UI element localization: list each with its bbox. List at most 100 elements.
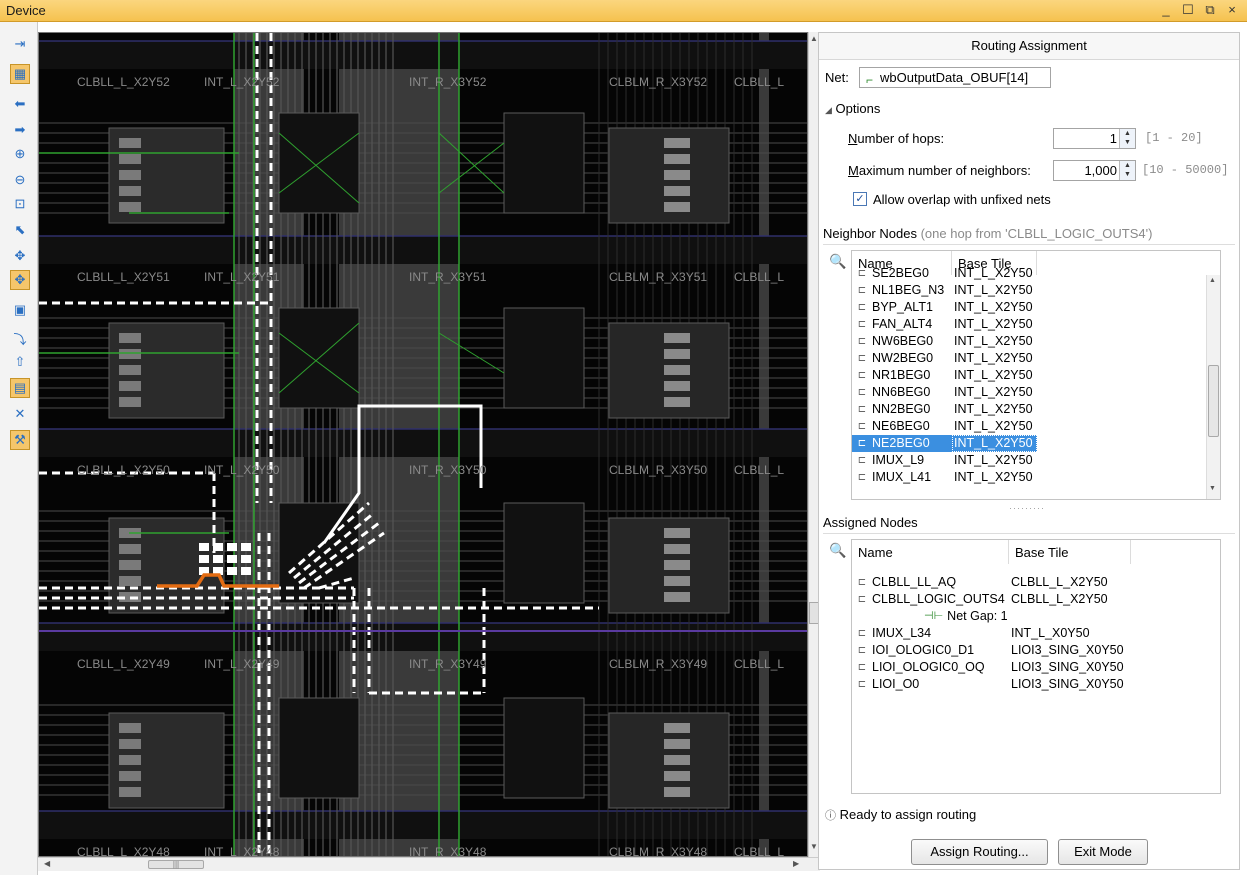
zoom-in-icon[interactable]: ⊕ [10,144,30,164]
allow-overlap-checkbox[interactable]: ✓ [853,192,867,206]
node-base-tile: INT_L_X2Y50 [954,470,1033,484]
minimize-icon[interactable]: _ [1159,2,1173,18]
tile-label: CLBLM_R_X3Y51 [609,270,708,284]
node-base-tile: CLBLL_L_X2Y50 [1011,592,1108,606]
assign-routing-button[interactable]: Assign Routing... [911,839,1048,865]
neighbor-node-row[interactable]: ⊏ NR1BEG0 INT_L_X2Y50 [852,367,1207,384]
info-icon: ⓘ [825,810,836,822]
assigned-node-row[interactable]: ⊏ IOI_OLOGIC0_D1 LIOI3_SING_X0Y50 [852,642,1207,659]
assigned-node-row[interactable]: ⊏ LIOI_O0 LIOI3_SING_X0Y50 [852,676,1207,693]
window-title-bar: Device _ ☐ ⧉ × [0,0,1247,22]
options-header[interactable]: ◢ Options [825,101,880,116]
window-title: Device [6,3,46,18]
neighbor-nodes-table: Name Base Tile ⊏ SE2BEG0 INT_L_X2Y50 ⊏ NL1BE… [851,250,1221,500]
device-canvas[interactable]: CLBLL_L_X2Y52 INT_L_X2Y52 INT_R_X3Y52 CLBLM… [38,32,808,857]
slice-bel [664,560,690,570]
column-header-base-tile[interactable]: Base Tile [1009,540,1131,564]
forward-icon[interactable]: ➡ [10,120,30,140]
neighbor-node-row[interactable]: ⊏ NN6BEG0 INT_L_X2Y50 [852,384,1207,401]
assigned-node-row[interactable]: ⊏ LIOI_OLOGIC0_OQ LIOI3_SING_X0Y50 [852,659,1207,676]
restore-icon[interactable]: ⧉ [1203,2,1217,18]
scroll-up-icon[interactable]: ▲ [810,34,818,43]
neighbor-node-row[interactable]: ⊏ SE2BEG0 INT_L_X2Y50 [852,265,1207,282]
scroll-down-icon[interactable]: ▼ [810,842,818,851]
node-name: NW2BEG0 [872,351,934,365]
window-controls: _ ☐ ⧉ × [1159,2,1239,18]
scroll-left-icon[interactable]: ◀ [44,859,50,868]
spinner-arrows-icon[interactable]: ▲ ▼ [1119,129,1135,148]
horizontal-scroll-thumb[interactable]: ||| [148,860,204,869]
slice-bel [119,154,141,164]
close-icon[interactable]: × [1225,2,1239,18]
slice-bel [119,723,141,733]
net-field[interactable]: ⌐ wbOutputData_OBUF[14] [859,67,1051,88]
neighbor-node-row[interactable]: ⊏ IMUX_L41 INT_L_X2Y50 [852,469,1207,486]
switchbox[interactable] [503,502,585,604]
assign-icon[interactable]: ⇧ [10,352,30,372]
route-net-icon[interactable]: ⤵ [10,328,30,348]
scroll-right-icon[interactable]: ▶ [793,859,799,868]
back-icon[interactable]: ⬅ [10,94,30,114]
device-horizontal-scrollbar[interactable]: ◀ ||| ▶ [38,857,820,871]
neighbor-node-row[interactable]: ⊏ NE6BEG0 INT_L_X2Y50 [852,418,1207,435]
assigned-node-row[interactable]: ⊏ CLBLL_LL_AQ CLBLL_L_X2Y50 [852,574,1207,591]
auto-fit-icon[interactable]: ⇥ [10,34,30,54]
net-gap-row[interactable]: ⊣⊢ Net Gap: 1 [852,608,1207,625]
spinner-arrows-icon[interactable]: ▲ ▼ [1119,161,1135,180]
scroll-down-icon[interactable]: ▼ [1209,485,1216,492]
device-view-icon[interactable]: ▦ [10,64,30,84]
slice-bel [664,202,690,212]
neighbor-table-scrollbar[interactable]: ▲ ▼ [1206,275,1220,499]
select-icon[interactable]: ⬉ [10,220,30,240]
route-pip [213,555,223,563]
status-text: Ready to assign routing [839,807,977,822]
neighbor-node-row[interactable]: ⊏ IMUX_L9 INT_L_X2Y50 [852,452,1207,469]
splitter-grip[interactable]: ········· [1009,503,1045,513]
assigned-node-row[interactable]: ⊏ IMUX_L34 INT_L_X0Y50 [852,625,1207,642]
node-base-tile: INT_L_X2Y50 [954,385,1033,399]
routing-icon[interactable]: ✥ [10,270,30,290]
node-name: IOI_OLOGIC0_D1 [872,643,975,657]
column-header-name[interactable]: Name [852,540,1009,564]
unroute-icon[interactable]: ✕ [10,404,30,424]
collapse-triangle-icon[interactable]: ◢ [825,105,832,115]
assigned-node-row[interactable]: ⊏ CLBLL_LOGIC_OUTS4 CLBLL_L_X2Y50 [852,591,1207,608]
search-icon[interactable]: 🔍 [829,542,846,559]
neighbor-node-row[interactable]: ⊏ NE2BEG0 INT_L_X2Y50 [852,435,1207,452]
zoom-fit-icon[interactable]: ⊡ [10,194,30,214]
neighbors-range: [10 - 50000] [1142,163,1229,177]
maximize-icon[interactable]: ☐ [1181,2,1195,18]
node-name: LIOI_O0 [872,677,920,691]
net-gap-text: Net Gap: 1 [947,609,1008,623]
neighbor-node-row[interactable]: ⊏ NL1BEG_N3 INT_L_X2Y50 [852,282,1207,299]
route-mode-icon[interactable]: ▤ [10,378,30,398]
neighbor-node-row[interactable]: ⊏ FAN_ALT4 INT_L_X2Y50 [852,316,1207,333]
neighbor-node-row[interactable]: ⊏ NN2BEG0 INT_L_X2Y50 [852,401,1207,418]
neighbor-node-row[interactable]: ⊏ NW6BEG0 INT_L_X2Y50 [852,333,1207,350]
scroll-up-icon[interactable]: ▲ [1209,277,1216,284]
tile-row-band [39,429,807,457]
neighbor-node-row[interactable]: ⊏ NW2BEG0 INT_L_X2Y50 [852,350,1207,367]
move-icon[interactable]: ✥ [10,246,30,266]
neighbor-scroll-thumb[interactable] [1208,365,1219,437]
place-icon[interactable]: ▣ [10,300,30,320]
node-base-tile: INT_L_X2Y50 [954,266,1033,280]
hops-spinner[interactable]: 1 ▲ ▼ [1053,128,1136,149]
switchbox[interactable] [503,307,585,409]
switchbox[interactable] [278,697,360,799]
assigned-table-header: Name Base Tile [852,540,1131,564]
search-icon[interactable]: 🔍 [829,253,846,270]
tile-label: INT_L_X2Y52 [204,75,280,89]
tile-label: INT_R_X3Y51 [409,270,487,284]
neighbors-spinner[interactable]: 1,000 ▲ ▼ [1053,160,1136,181]
switchbox[interactable] [503,112,585,214]
node-icon: ⊏ [852,435,872,452]
zoom-out-icon[interactable]: ⊖ [10,170,30,190]
neighbor-node-row[interactable]: ⊏ BYP_ALT1 INT_L_X2Y50 [852,299,1207,316]
slice-bel [119,397,141,407]
node-name: NE2BEG0 [872,435,952,452]
switchbox[interactable] [503,697,585,799]
tools-icon[interactable]: ⚒ [10,430,30,450]
exit-mode-button[interactable]: Exit Mode [1058,839,1148,865]
slice-bel [664,170,690,180]
